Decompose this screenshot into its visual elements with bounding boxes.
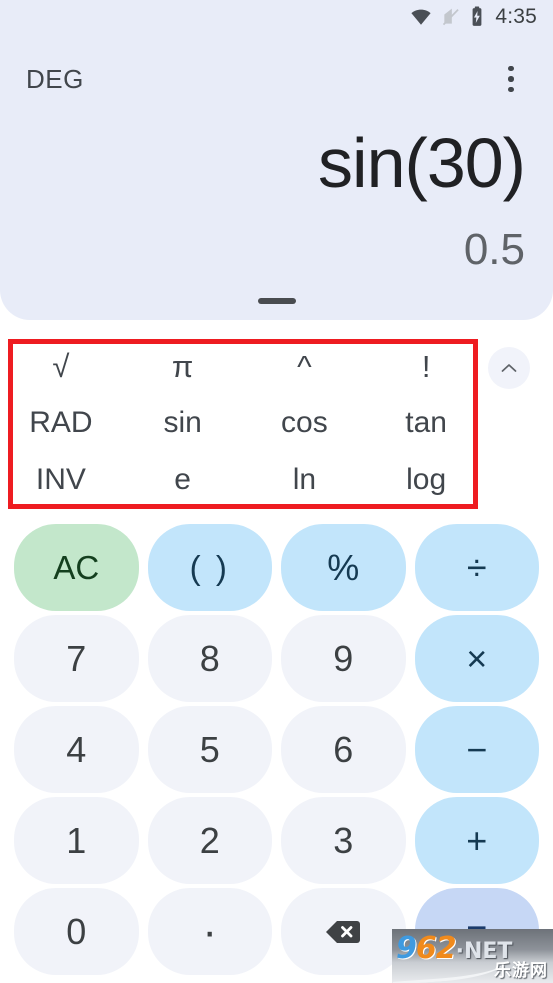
sci-key-cos[interactable]: cos <box>244 395 366 452</box>
key-six[interactable]: 6 <box>281 706 406 793</box>
key-subtract[interactable]: − <box>414 706 539 793</box>
backspace-icon <box>324 918 362 946</box>
calculator-app: 4:35 DEG sin(30) 0.5 √ π ^ ! RAD sin cos… <box>0 0 553 983</box>
sci-key-sqrt[interactable]: √ <box>0 338 122 395</box>
scientific-row-1: √ π ^ ! <box>0 338 487 395</box>
key-two[interactable]: 2 <box>147 797 272 884</box>
overflow-menu-icon[interactable] <box>491 57 531 101</box>
sci-key-inv[interactable]: INV <box>0 452 122 509</box>
site-watermark: 962·NET 乐游网 <box>392 929 553 983</box>
keypad-row-1: AC ( ) % ÷ <box>14 524 539 611</box>
key-seven[interactable]: 7 <box>14 615 139 702</box>
key-four[interactable]: 4 <box>14 706 139 793</box>
keypad: AC ( ) % ÷ 7 8 9 × 4 5 6 − 1 2 3 + 0 · <box>0 518 553 983</box>
angle-mode-label[interactable]: DEG <box>26 64 84 95</box>
scientific-row-2: RAD sin cos tan <box>0 395 487 452</box>
chevron-up-icon <box>501 363 517 373</box>
calculator-topbar: DEG <box>0 46 553 112</box>
key-decimal-point[interactable]: · <box>147 888 272 975</box>
result-text: 0.5 <box>463 225 525 274</box>
keypad-row-2: 7 8 9 × <box>14 615 539 702</box>
display-drag-handle[interactable] <box>257 298 296 304</box>
sci-key-pi[interactable]: π <box>122 338 244 395</box>
watermark-digit-blue: 9 <box>396 931 417 966</box>
wifi-icon <box>410 6 432 28</box>
key-nine[interactable]: 9 <box>281 615 406 702</box>
key-one[interactable]: 1 <box>14 797 139 884</box>
key-zero[interactable]: 0 <box>14 888 139 975</box>
watermark-subtitle: 乐游网 <box>494 961 548 981</box>
sci-key-sin[interactable]: sin <box>122 395 244 452</box>
scientific-row-3: INV e ln log <box>0 452 487 509</box>
key-five[interactable]: 5 <box>147 706 272 793</box>
sci-key-ln[interactable]: ln <box>244 452 366 509</box>
sci-key-factorial[interactable]: ! <box>365 338 487 395</box>
no-sim-icon <box>441 6 461 28</box>
collapse-scientific-pad-button[interactable] <box>488 347 530 389</box>
scientific-pad: √ π ^ ! RAD sin cos tan INV e ln log <box>0 330 553 516</box>
key-backspace[interactable] <box>281 888 406 975</box>
display-panel: 4:35 DEG sin(30) 0.5 <box>0 0 553 320</box>
watermark-digits-orange: 62 <box>415 931 457 966</box>
key-clear[interactable]: AC <box>14 524 139 611</box>
keypad-row-4: 1 2 3 + <box>14 797 539 884</box>
key-parentheses[interactable]: ( ) <box>147 524 272 611</box>
sci-key-log[interactable]: log <box>365 452 487 509</box>
key-divide[interactable]: ÷ <box>414 524 539 611</box>
status-time: 4:35 <box>495 5 537 28</box>
sci-key-tan[interactable]: tan <box>365 395 487 452</box>
sci-key-e[interactable]: e <box>122 452 244 509</box>
status-bar: 4:35 <box>0 0 553 34</box>
key-multiply[interactable]: × <box>414 615 539 702</box>
sci-key-rad[interactable]: RAD <box>0 395 122 452</box>
sci-key-power[interactable]: ^ <box>244 338 366 395</box>
key-eight[interactable]: 8 <box>147 615 272 702</box>
key-percent[interactable]: % <box>281 524 406 611</box>
key-three[interactable]: 3 <box>281 797 406 884</box>
expression-text: sin(30) <box>318 124 526 202</box>
keypad-row-3: 4 5 6 − <box>14 706 539 793</box>
battery-charging-icon <box>470 6 484 28</box>
key-add[interactable]: + <box>414 797 539 884</box>
